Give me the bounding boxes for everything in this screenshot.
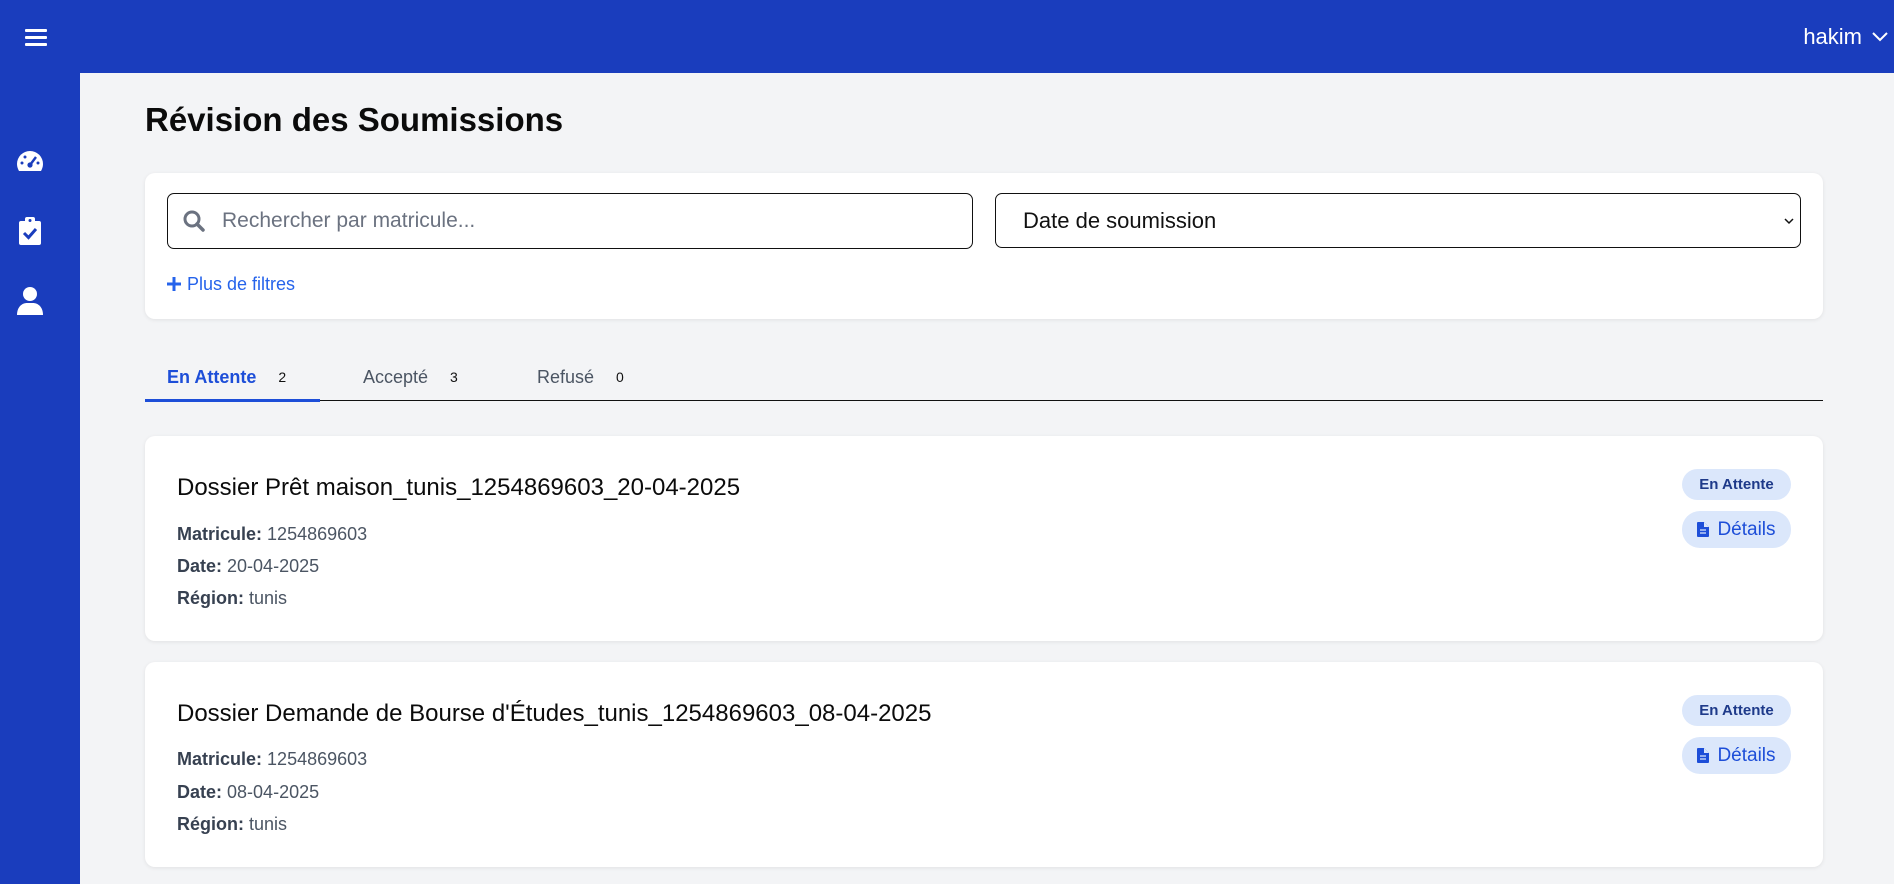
- tab-en-attente[interactable]: En Attente 2: [167, 353, 286, 401]
- details-button[interactable]: Détails: [1682, 737, 1791, 774]
- file-icon: [1697, 748, 1710, 763]
- dashboard-gauge-icon[interactable]: [14, 145, 46, 177]
- submission-date: Date: 20-04-2025: [177, 556, 320, 576]
- search-input[interactable]: [222, 209, 942, 233]
- user-icon[interactable]: [14, 285, 46, 317]
- more-filters-label: Plus de filtres: [187, 273, 296, 294]
- details-label: Détails: [1717, 744, 1776, 766]
- sort-select-value: Date de soumission: [1023, 207, 1217, 233]
- submission-date: Date: 08-04-2025: [177, 782, 320, 802]
- tab-count: 2: [278, 369, 287, 385]
- page-title: Révision des Soumissions: [145, 101, 564, 138]
- tab-label: Accepté: [363, 366, 429, 387]
- submission-title: Dossier Demande de Bourse d'Études_tunis…: [177, 700, 932, 727]
- submission-region: Région: tunis: [177, 814, 288, 834]
- submission-matricule: Matricule: 1254869603: [177, 749, 368, 769]
- more-filters-link[interactable]: Plus de filtres: [167, 273, 295, 295]
- status-tabs: En Attente 2 Accepté 3 Refusé 0: [145, 353, 1823, 402]
- chevron-down-icon: [1872, 32, 1888, 42]
- hamburger-icon[interactable]: [25, 29, 47, 47]
- submission-card: Dossier Prêt maison_tunis_1254869603_20-…: [145, 436, 1823, 641]
- sort-select[interactable]: Date de soumission: [995, 193, 1801, 248]
- tab-count: 0: [616, 369, 624, 385]
- active-tab-indicator: [145, 399, 320, 402]
- details-label: Détails: [1717, 518, 1776, 540]
- submission-matricule: Matricule: 1254869603: [177, 524, 368, 544]
- user-name: hakim: [1803, 24, 1862, 49]
- tab-label: En Attente: [167, 366, 257, 387]
- status-badge: En Attente: [1682, 695, 1791, 726]
- submission-card: Dossier Demande de Bourse d'Études_tunis…: [145, 662, 1823, 867]
- tab-accepte[interactable]: Accepté 3: [363, 353, 458, 401]
- tab-label: Refusé: [537, 366, 595, 387]
- main-content: Révision des Soumissions Date de soumiss…: [80, 73, 1894, 884]
- details-button[interactable]: Détails: [1682, 511, 1791, 548]
- search-box[interactable]: [167, 193, 973, 249]
- status-badge: En Attente: [1682, 469, 1791, 500]
- tab-count: 3: [450, 369, 458, 385]
- user-menu[interactable]: hakim: [1803, 22, 1894, 52]
- submission-title: Dossier Prêt maison_tunis_1254869603_20-…: [177, 474, 741, 501]
- filter-card: Date de soumission Plus de filtres: [145, 173, 1823, 319]
- search-icon: [183, 210, 205, 232]
- chevron-down-icon: [1784, 218, 1794, 225]
- plus-icon: [167, 277, 181, 291]
- tab-refuse[interactable]: Refusé 0: [537, 353, 624, 401]
- clipboard-check-icon[interactable]: [14, 215, 46, 247]
- sidebar: [0, 73, 80, 884]
- submission-region: Région: tunis: [177, 588, 288, 608]
- top-bar: hakim: [0, 0, 1894, 73]
- file-icon: [1697, 522, 1710, 537]
